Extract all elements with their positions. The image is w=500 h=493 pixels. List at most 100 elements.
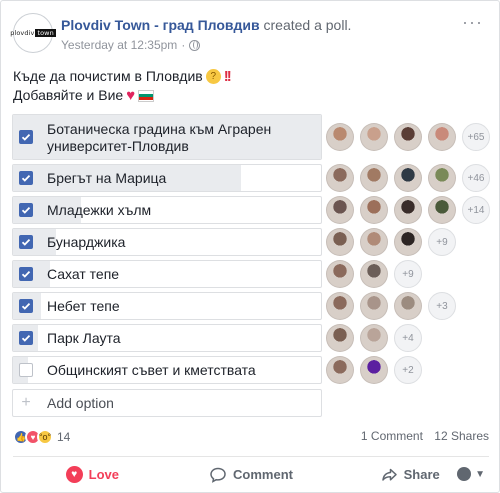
poll-option-checkbox-cell (13, 357, 39, 383)
poll-option-checkbox-cell (13, 261, 39, 287)
audience-icon (457, 467, 472, 481)
more-voters-count[interactable]: +65 (462, 123, 490, 151)
post-text-line: Къде да почистим в Пловдив ? !! (13, 68, 232, 85)
add-option-input[interactable]: + Add option (12, 389, 322, 417)
voter-avatar[interactable] (360, 260, 388, 288)
poll-option-label: Ботаническа градина към Аграрен универси… (47, 121, 272, 154)
voter-avatar[interactable] (326, 260, 354, 288)
poll-option-label: Сахат тепе (47, 266, 120, 282)
poll-option-voters[interactable]: +65 (326, 114, 490, 160)
post-author-line: Plovdiv Town - град Пловдив created a po… (61, 17, 351, 33)
poll-option-bar[interactable]: Бунарджика (12, 228, 322, 256)
checkbox-checked-icon[interactable] (19, 130, 33, 144)
voter-avatar[interactable] (394, 196, 422, 224)
post-card: plovdiv town Plovdiv Town - град Пловдив … (0, 0, 500, 493)
voter-avatar[interactable] (428, 123, 456, 151)
poll-option-voters[interactable]: +46 (326, 164, 490, 192)
post-text-line: Добавяйте и Вие ♥ (13, 86, 230, 105)
poll-option-bar[interactable]: Сахат тепе (12, 260, 322, 288)
post-timestamp[interactable]: Yesterday at 12:35pm (61, 38, 177, 52)
voter-avatar[interactable] (394, 123, 422, 151)
checkbox-checked-icon[interactable] (19, 235, 33, 249)
poll-option[interactable]: Парк Лаута +4 (12, 324, 490, 352)
poll-option-voters[interactable]: +14 (326, 196, 490, 224)
comment-button[interactable]: Comment (172, 457, 331, 492)
poll-option[interactable]: Брегът на Марица +46 (12, 164, 490, 192)
poll-option[interactable]: Небет тепе +3 (12, 292, 490, 320)
poll-option-voters[interactable]: +9 (326, 228, 456, 256)
audience-selector[interactable]: ▼ (457, 467, 485, 481)
more-options-icon[interactable]: ··· (462, 13, 483, 31)
poll-option-bar[interactable]: Парк Лаута (12, 324, 322, 352)
poll-option-bar[interactable]: Младежки хълм (12, 196, 322, 224)
checkbox-checked-icon[interactable] (19, 203, 33, 217)
poll-option-label: Брегът на Марица (47, 170, 167, 186)
more-voters-count[interactable]: +46 (462, 164, 490, 192)
more-voters-count[interactable]: +3 (428, 292, 456, 320)
poll-option-label: Общинският съвет и кметствата (47, 362, 256, 378)
voter-avatar[interactable] (360, 228, 388, 256)
voter-avatar[interactable] (326, 228, 354, 256)
poll-option[interactable]: Младежки хълм +14 (12, 196, 490, 224)
poll-option[interactable]: Ботаническа градина към Аграрен универси… (12, 114, 490, 160)
more-voters-count[interactable]: +9 (428, 228, 456, 256)
voter-avatar[interactable] (360, 324, 388, 352)
voter-avatar[interactable] (360, 196, 388, 224)
voter-avatar[interactable] (326, 292, 354, 320)
poll-option-checkbox-cell (13, 293, 39, 319)
voter-avatar[interactable] (428, 196, 456, 224)
checkbox-unchecked-icon[interactable] (19, 363, 33, 377)
poll-option-voters[interactable]: +4 (326, 324, 422, 352)
page-avatar[interactable]: plovdiv town (10, 13, 56, 53)
more-voters-count[interactable]: +2 (394, 356, 422, 384)
voter-avatar[interactable] (360, 123, 388, 151)
voter-avatar[interactable] (326, 164, 354, 192)
poll-option-bar[interactable]: Брегът на Марица (12, 164, 322, 192)
voter-avatar[interactable] (394, 228, 422, 256)
heart-icon: ♥ (126, 87, 136, 104)
voter-avatar[interactable] (326, 123, 354, 151)
checkbox-checked-icon[interactable] (19, 267, 33, 281)
voter-avatar[interactable] (360, 164, 388, 192)
shares-count-link[interactable]: 12 Shares (434, 429, 489, 443)
comment-icon (210, 467, 226, 483)
voter-avatar[interactable] (326, 324, 354, 352)
poll-option-bar[interactable]: Ботаническа градина към Аграрен универси… (12, 114, 322, 160)
poll-option[interactable]: Бунарджика +9 (12, 228, 490, 256)
voter-avatar[interactable] (326, 196, 354, 224)
poll-option-voters[interactable]: +3 (326, 292, 456, 320)
love-icon: ♥ (65, 466, 83, 483)
double-exclamation-icon: !! (223, 68, 232, 85)
voter-avatar[interactable] (360, 356, 388, 384)
voter-avatar[interactable] (428, 164, 456, 192)
voter-avatar[interactable] (360, 292, 388, 320)
poll-option-voters[interactable]: +2 (326, 356, 422, 384)
poll-option-checkbox-cell (13, 115, 39, 159)
poll-option-checkbox-cell (13, 325, 39, 351)
more-voters-count[interactable]: +4 (394, 324, 422, 352)
page-name-link[interactable]: Plovdiv Town - град Пловдив (61, 17, 260, 33)
checkbox-checked-icon[interactable] (19, 299, 33, 313)
voter-avatar[interactable] (394, 164, 422, 192)
love-button[interactable]: ♥ Love (13, 457, 172, 492)
poll-option-checkbox-cell (13, 197, 39, 223)
poll-option[interactable]: Общинският съвет и кметствата +2 (12, 356, 490, 384)
voter-avatar[interactable] (326, 356, 354, 384)
comments-count-link[interactable]: 1 Comment (361, 429, 423, 443)
wow-reaction-icon: °o° (37, 429, 53, 445)
reactions-summary[interactable]: 👍 ♥ °o° 14 (13, 429, 70, 445)
checkbox-checked-icon[interactable] (19, 331, 33, 345)
reaction-count: 14 (57, 430, 71, 444)
checkbox-checked-icon[interactable] (19, 171, 33, 185)
poll-option-checkbox-cell (13, 229, 39, 255)
poll-option-bar[interactable]: Общинският съвет и кметствата (12, 356, 322, 384)
more-voters-count[interactable]: +14 (462, 196, 490, 224)
voter-avatar[interactable] (394, 292, 422, 320)
poll-option-bar[interactable]: Небет тепе (12, 292, 322, 320)
share-icon (381, 468, 397, 481)
globe-icon[interactable] (189, 39, 201, 51)
poll-option[interactable]: Сахат тепе +9 (12, 260, 490, 288)
post-meta: Yesterday at 12:35pm · (61, 38, 201, 52)
poll-option-voters[interactable]: +9 (326, 260, 422, 288)
more-voters-count[interactable]: +9 (394, 260, 422, 288)
